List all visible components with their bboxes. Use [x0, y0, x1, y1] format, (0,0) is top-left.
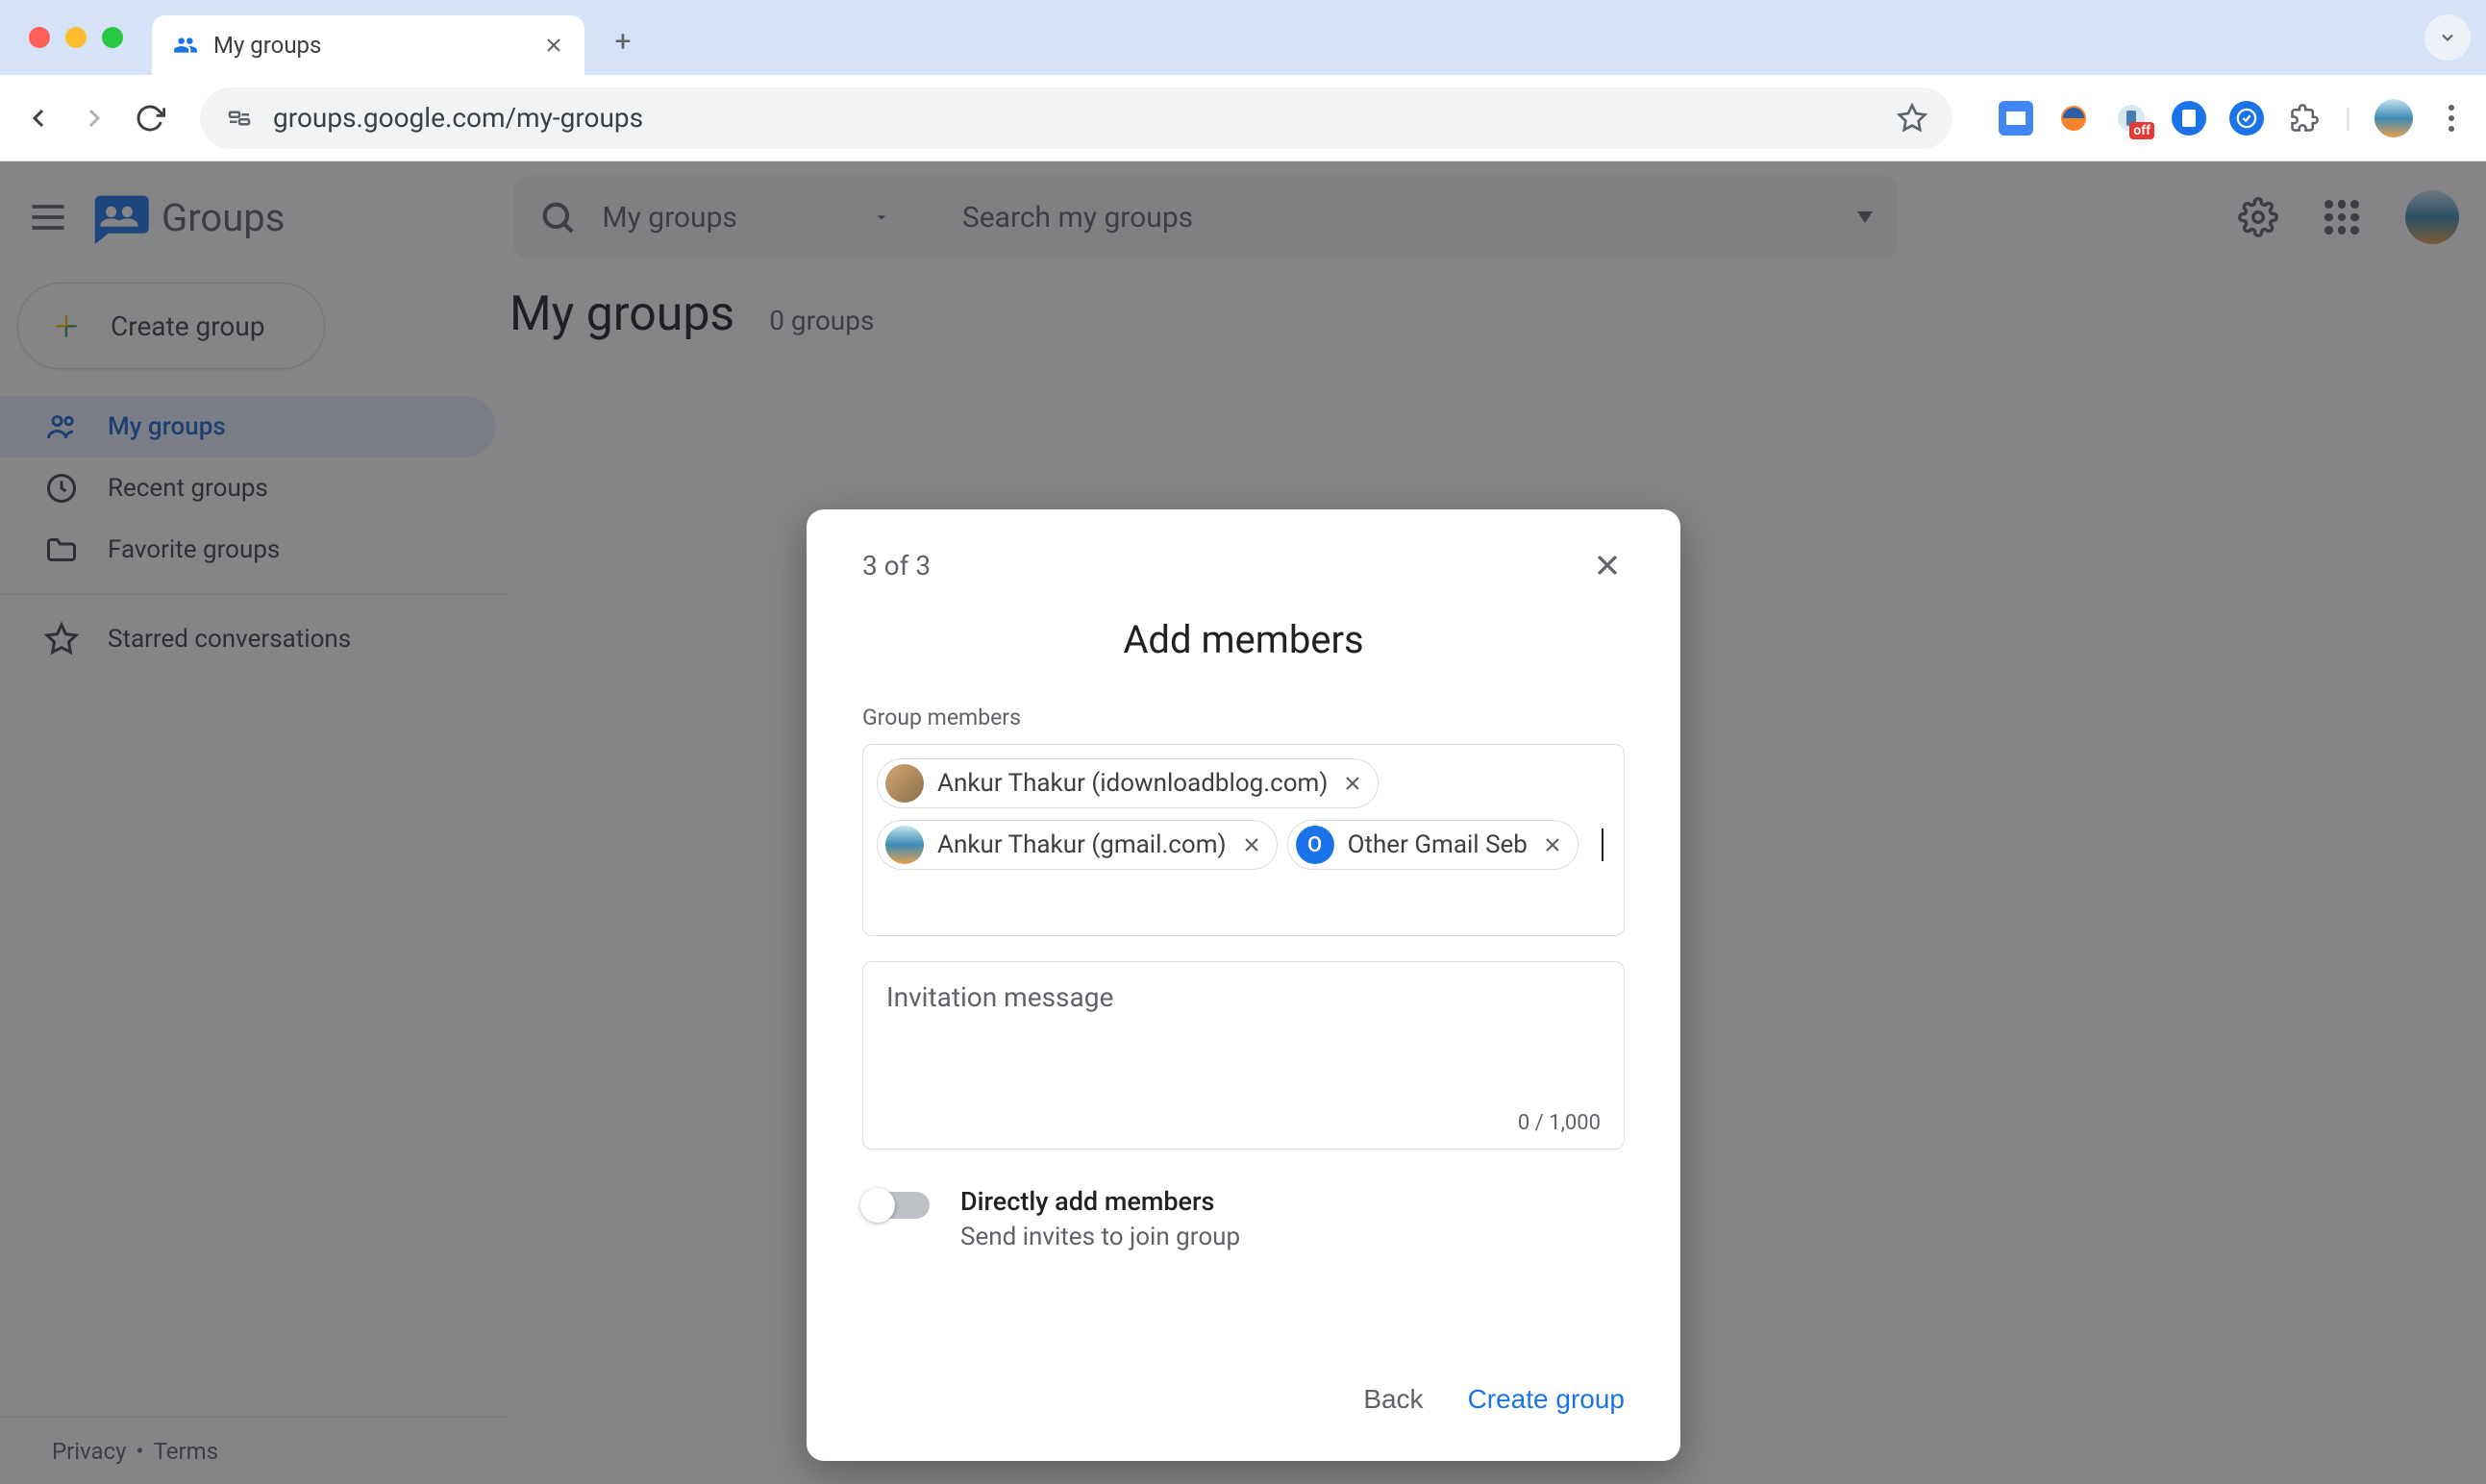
chip-name: Other Gmail Seb — [1348, 830, 1528, 859]
new-tab-button[interactable]: + — [604, 22, 642, 61]
browser-tab[interactable]: My groups — [152, 15, 584, 75]
chip-remove-icon[interactable] — [1240, 833, 1263, 856]
toggle-title: Directly add members — [960, 1186, 1240, 1217]
minimize-window-button[interactable] — [65, 27, 87, 48]
back-button[interactable] — [19, 99, 58, 137]
browser-tab-strip: My groups + — [0, 0, 2486, 75]
back-button[interactable]: Back — [1363, 1384, 1423, 1415]
extensions-menu-button[interactable] — [2287, 101, 2322, 136]
member-chip: Ankur Thakur (idownloadblog.com) — [877, 758, 1379, 808]
reload-button[interactable] — [131, 99, 169, 137]
members-input[interactable]: Ankur Thakur (idownloadblog.com) Ankur T… — [862, 744, 1625, 936]
modal-title: Add members — [862, 617, 1625, 662]
maximize-window-button[interactable] — [102, 27, 123, 48]
members-field-label: Group members — [862, 705, 1625, 730]
chip-avatar: O — [1296, 826, 1334, 864]
close-window-button[interactable] — [29, 27, 50, 48]
tab-favicon-icon — [171, 31, 200, 60]
window-controls — [29, 27, 123, 48]
extension-icon-2[interactable] — [2056, 101, 2091, 136]
add-members-modal: 3 of 3 Add members Group members Ankur T… — [807, 509, 1680, 1461]
tab-title: My groups — [213, 32, 529, 59]
site-settings-icon[interactable] — [225, 104, 254, 133]
extension-icon-1[interactable] — [1999, 101, 2033, 136]
chevron-down-icon — [2438, 28, 2457, 47]
address-bar[interactable]: groups.google.com/my-groups — [200, 87, 1952, 149]
tab-close-icon[interactable] — [542, 34, 565, 57]
browser-toolbar: groups.google.com/my-groups off | — [0, 75, 2486, 161]
invitation-placeholder: Invitation message — [886, 981, 1113, 1013]
profile-avatar-button[interactable] — [2374, 99, 2413, 137]
create-group-submit-button[interactable]: Create group — [1468, 1384, 1625, 1415]
bookmark-star-icon[interactable] — [1897, 103, 1927, 134]
chip-name: Ankur Thakur (gmail.com) — [937, 830, 1227, 859]
chip-avatar — [885, 764, 924, 803]
extension-icons-area: off | — [1999, 99, 2467, 137]
url-text: groups.google.com/my-groups — [273, 102, 1877, 134]
member-chip: Ankur Thakur (gmail.com) — [877, 820, 1278, 870]
invitation-message-input[interactable]: Invitation message 0 / 1,000 — [862, 961, 1625, 1150]
extension-icon-5[interactable] — [2229, 101, 2264, 136]
member-chip: O Other Gmail Seb — [1287, 820, 1579, 870]
close-icon[interactable] — [1590, 548, 1625, 582]
forward-button[interactable] — [75, 99, 113, 137]
tab-overflow-button[interactable] — [2424, 14, 2471, 61]
extension-icon-4[interactable] — [2172, 101, 2206, 136]
chip-avatar — [885, 826, 924, 864]
char-count: 0 / 1,000 — [1518, 1111, 1601, 1135]
step-indicator: 3 of 3 — [862, 550, 931, 581]
chip-remove-icon[interactable] — [1341, 772, 1364, 795]
chip-name: Ankur Thakur (idownloadblog.com) — [937, 769, 1328, 798]
chip-remove-icon[interactable] — [1541, 833, 1564, 856]
text-cursor — [1602, 829, 1603, 861]
extension-icon-3[interactable]: off — [2114, 101, 2149, 136]
directly-add-toggle[interactable] — [862, 1192, 930, 1219]
toggle-subtitle: Send invites to join group — [960, 1223, 1240, 1251]
chrome-menu-button[interactable] — [2436, 105, 2467, 132]
toggle-knob — [860, 1188, 895, 1223]
